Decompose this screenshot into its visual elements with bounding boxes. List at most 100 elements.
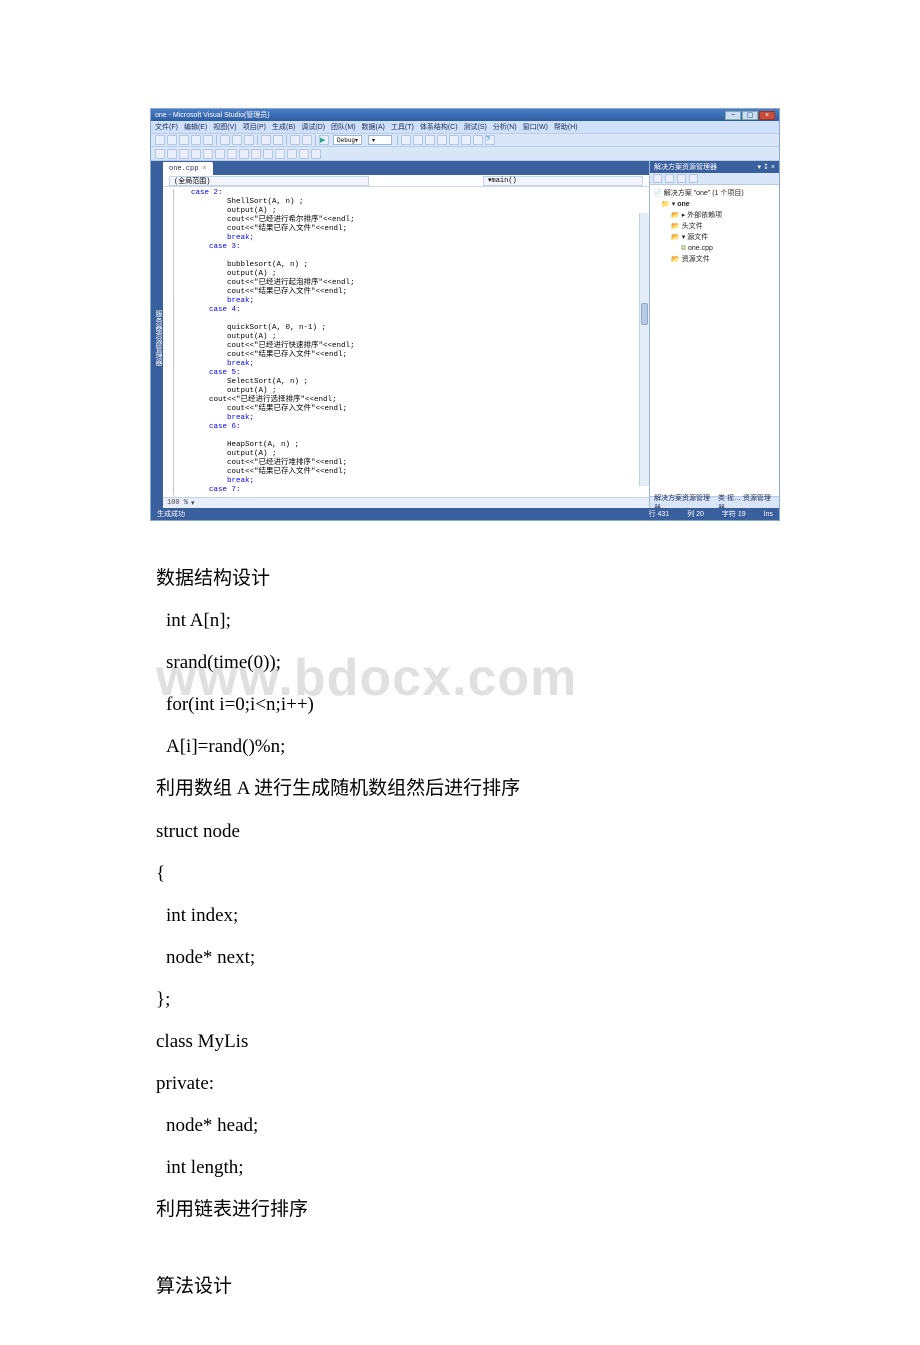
panel-pin-icon[interactable]: ↧ [763, 163, 769, 171]
toolbar-misc-button[interactable] [461, 135, 471, 145]
new-project-button[interactable] [155, 135, 165, 145]
menu-window[interactable]: 窗口(W) [523, 122, 548, 132]
code-line: srand(time(0)); [156, 645, 764, 681]
undo-button[interactable] [261, 135, 271, 145]
menu-edit[interactable]: 编辑(E) [184, 122, 207, 132]
config-combo[interactable]: Debug ▾ [333, 135, 362, 145]
code-line: A[i]=rand()%n; [156, 729, 764, 765]
status-ready: 生成成功 [157, 509, 185, 519]
code-line: int index; [156, 898, 764, 934]
scope-right-combo[interactable]: ▾ main() [483, 176, 643, 186]
panel-tool-button[interactable] [653, 174, 662, 183]
save-all-button[interactable] [203, 135, 213, 145]
platform-combo[interactable]: ▾ [368, 135, 392, 145]
save-button[interactable] [191, 135, 201, 145]
toolbar-misc-button[interactable] [449, 135, 459, 145]
tree-folder-header[interactable]: 头文件 [653, 221, 776, 232]
tool-button[interactable] [311, 149, 321, 159]
vertical-scrollbar[interactable] [639, 213, 649, 486]
menu-arch[interactable]: 体系结构(C) [420, 122, 458, 132]
tool-button[interactable] [167, 149, 177, 159]
comment-button[interactable] [413, 135, 423, 145]
code-line: node* next; [156, 940, 764, 976]
nav-fwd-button[interactable] [302, 135, 312, 145]
maximize-button[interactable]: ▢ [742, 111, 758, 120]
editor-pane: one.cpp × (全局范围) ▾ main() case 2: ShellS… [163, 161, 649, 508]
tree-solution-node[interactable]: 解决方案 "one" (1 个项目) [653, 188, 776, 199]
menu-help[interactable]: 帮助(H) [554, 122, 578, 132]
tool-button[interactable] [215, 149, 225, 159]
tree-folder-ext[interactable]: ▸ 外部依赖项 [653, 210, 776, 221]
panel-toolbar [650, 173, 779, 185]
tree-project-node[interactable]: ▾ one [653, 199, 776, 210]
tool-button[interactable] [227, 149, 237, 159]
code-line: node* head; [156, 1108, 764, 1144]
text-line: 利用数组 A 进行生成随机数组然后进行排序 [156, 771, 764, 807]
document-tab[interactable]: one.cpp × [163, 162, 213, 175]
tool-button[interactable] [155, 149, 165, 159]
tree-folder-source[interactable]: ▾ 源文件 [653, 232, 776, 243]
window-title: one - Microsoft Visual Studio(管理员) [155, 110, 270, 120]
zoom-value[interactable]: 100 % [167, 499, 188, 507]
toolbar-misc-button[interactable] [473, 135, 483, 145]
redo-button[interactable] [273, 135, 283, 145]
code-editor[interactable]: case 2: ShellSort(A, n) ; output(A) ; co… [163, 187, 649, 497]
tool-button[interactable] [179, 149, 189, 159]
menu-team[interactable]: 团队(M) [331, 122, 356, 132]
cut-button[interactable] [220, 135, 230, 145]
tool-button[interactable] [275, 149, 285, 159]
status-col: 列 20 [687, 509, 704, 519]
menu-data[interactable]: 数据(A) [362, 122, 385, 132]
panel-dropdown-icon[interactable]: ▾ [758, 163, 762, 171]
tool-button[interactable] [191, 149, 201, 159]
find-button[interactable] [401, 135, 411, 145]
bookmark-button[interactable] [437, 135, 447, 145]
solution-tree[interactable]: 解决方案 "one" (1 个项目) ▾ one ▸ 外部依赖项 头文件 ▾ 源… [650, 185, 779, 496]
scrollbar-thumb[interactable] [641, 303, 648, 325]
tool-button[interactable] [239, 149, 249, 159]
title-bar: one - Microsoft Visual Studio(管理员) − ▢ × [151, 109, 779, 121]
tool-button[interactable] [287, 149, 297, 159]
open-button[interactable] [179, 135, 189, 145]
menu-debug[interactable]: 调试(D) [301, 122, 325, 132]
menu-analyze[interactable]: 分析(N) [493, 122, 517, 132]
tool-button[interactable] [263, 149, 273, 159]
code-line: private: [156, 1066, 764, 1102]
zoom-dropdown-icon[interactable]: ▾ [191, 499, 195, 508]
tool-button[interactable] [203, 149, 213, 159]
add-item-button[interactable] [167, 135, 177, 145]
menu-build[interactable]: 生成(B) [272, 122, 295, 132]
help-button[interactable]: ? [485, 135, 495, 145]
copy-button[interactable] [232, 135, 242, 145]
tool-button[interactable] [299, 149, 309, 159]
menu-project[interactable]: 项目(P) [243, 122, 266, 132]
menu-file[interactable]: 文件(F) [155, 122, 178, 132]
text-line: 利用链表进行排序 [156, 1192, 764, 1228]
scope-bar: (全局范围) ▾ main() [163, 175, 649, 187]
paste-button[interactable] [244, 135, 254, 145]
panel-title-label: 解决方案资源管理器 [654, 162, 717, 172]
menu-view[interactable]: 视图(V) [213, 122, 236, 132]
nav-back-button[interactable] [290, 135, 300, 145]
menu-tools[interactable]: 工具(T) [391, 122, 414, 132]
menu-test[interactable]: 测试(S) [464, 122, 487, 132]
toolbar-separator [397, 135, 398, 145]
panel-tool-button[interactable] [665, 174, 674, 183]
toolbar-separator [315, 135, 316, 145]
tool-button[interactable] [251, 149, 261, 159]
scope-left-combo[interactable]: (全局范围) [169, 176, 369, 186]
tab-close-icon[interactable]: × [202, 165, 206, 173]
server-explorer-tab[interactable]: 服务器资源管理器 [151, 161, 163, 508]
panel-tool-button[interactable] [689, 174, 698, 183]
minimize-button[interactable]: − [725, 111, 741, 120]
close-button[interactable]: × [759, 111, 775, 120]
panel-tool-button[interactable] [677, 174, 686, 183]
tree-file-cpp[interactable]: one.cpp [653, 243, 776, 254]
tree-folder-resource[interactable]: 资源文件 [653, 254, 776, 265]
panel-close-icon[interactable]: × [771, 164, 775, 171]
panel-bottom-tabs: 解决方案资源管理器 类 视… 资源管理器 [650, 496, 779, 508]
start-debug-button[interactable]: ▶ [319, 135, 329, 145]
uncomment-button[interactable] [425, 135, 435, 145]
heading-algorithm: 算法设计 [156, 1269, 764, 1305]
solution-explorer-panel: 解决方案资源管理器 ▾ ↧ × 解决方案 "one" (1 个项目) ▾ one… [649, 161, 779, 508]
